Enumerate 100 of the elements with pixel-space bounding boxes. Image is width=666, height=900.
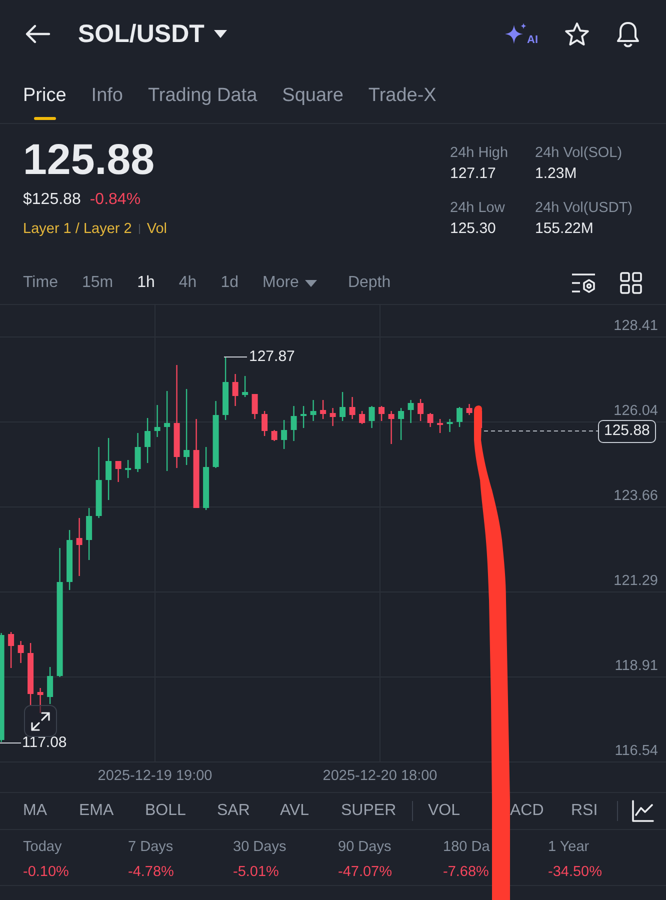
period-change: -7.68% xyxy=(443,863,490,882)
candle xyxy=(300,406,307,428)
interval-option[interactable]: 1d xyxy=(220,272,238,294)
period-label: 1 Year xyxy=(548,838,590,857)
candle xyxy=(232,374,238,406)
indicator-option[interactable]: SUPER xyxy=(341,801,396,821)
stat-value: 127.17 xyxy=(450,164,497,184)
candle xyxy=(437,419,444,433)
period-label: 30 Days xyxy=(233,838,288,857)
price-axis-label: 128.41 xyxy=(614,319,658,334)
indicator-option[interactable]: RSI xyxy=(571,801,598,821)
indicator-option[interactable]: SAR xyxy=(217,801,250,821)
candle xyxy=(271,430,278,441)
candle xyxy=(310,400,316,421)
category-tag[interactable]: Vol xyxy=(146,219,167,239)
stat-label: 24h Vol(USDT) xyxy=(535,199,634,218)
interval-option[interactable]: 1h xyxy=(137,272,155,294)
time-axis-label: 2025-12-20 18:00 xyxy=(322,768,438,784)
pair-selector[interactable]: SOL/USDT xyxy=(78,19,228,49)
indicator-option[interactable]: EMA xyxy=(79,801,114,821)
expand-icon xyxy=(31,712,50,730)
candle xyxy=(28,643,34,705)
period-change: -5.01% xyxy=(233,863,280,882)
star-icon[interactable] xyxy=(564,22,590,46)
price-axis-label: 123.66 xyxy=(614,489,658,504)
candle xyxy=(349,397,356,419)
candle xyxy=(242,376,248,397)
period-label: 7 Days xyxy=(128,838,174,857)
period-label: Today xyxy=(23,838,63,857)
indicator-option[interactable]: BOLL xyxy=(145,801,186,821)
stat-value: 155.22M xyxy=(535,219,594,239)
period-label: 90 Days xyxy=(338,838,392,857)
interval-option[interactable]: Time xyxy=(23,272,58,294)
indicator-option[interactable]: AVL xyxy=(280,801,310,821)
stat-value: 1.23M xyxy=(535,164,578,184)
indicator-option[interactable]: ACD xyxy=(510,801,544,821)
category-tag[interactable]: Layer 1 / Layer 2 xyxy=(23,219,132,239)
indicator-option[interactable]: MA xyxy=(23,801,47,821)
candle xyxy=(203,447,210,510)
stat-label: 24h Low xyxy=(450,199,506,218)
candle xyxy=(281,420,288,449)
period-change: -34.50% xyxy=(548,863,604,882)
candle xyxy=(106,438,112,500)
period-label: 180 Da xyxy=(443,838,491,857)
tab[interactable]: Square xyxy=(282,68,344,123)
last-price: 125.88 xyxy=(23,136,155,184)
tab[interactable]: Price xyxy=(23,68,66,123)
candle xyxy=(154,405,160,437)
price-change: -0.84% xyxy=(90,190,141,210)
candle xyxy=(368,406,375,428)
candle xyxy=(290,406,297,441)
interval-option[interactable]: 4h xyxy=(178,272,197,294)
candle xyxy=(134,433,141,472)
period-change: -47.07% xyxy=(338,863,394,882)
candle xyxy=(330,408,336,426)
expand-button[interactable] xyxy=(24,705,57,737)
tab[interactable]: Trade-X xyxy=(368,68,436,123)
interval-dropdown[interactable]: More xyxy=(262,272,317,294)
high-price-label: 127.87 xyxy=(249,348,295,366)
price-axis-label: 121.29 xyxy=(614,574,658,589)
interval-option[interactable]: Depth xyxy=(348,272,391,294)
candle xyxy=(398,408,404,440)
usd-price: $125.88 xyxy=(23,190,81,210)
candle xyxy=(76,518,82,576)
period-change: -0.10% xyxy=(23,863,70,882)
candle xyxy=(340,392,346,421)
low-price-label: 117.08 xyxy=(22,734,67,752)
chart-settings-icon[interactable] xyxy=(572,272,596,294)
indicator-option[interactable]: VOL xyxy=(428,801,460,821)
candle xyxy=(37,688,44,713)
line-chart-icon[interactable] xyxy=(632,800,654,822)
stat-label: 24h High xyxy=(450,144,510,163)
tab[interactable]: Trading Data xyxy=(148,68,258,123)
stat-label: 24h Vol(SOL) xyxy=(535,144,624,163)
bell-icon[interactable] xyxy=(616,20,640,48)
candle xyxy=(86,508,92,560)
price-axis-label: 116.54 xyxy=(614,744,658,759)
stat-value: 125.30 xyxy=(450,219,497,239)
ai-assistant-button[interactable]: AI xyxy=(504,22,538,46)
candle xyxy=(125,460,132,478)
candle xyxy=(359,411,366,424)
sparkle-icon xyxy=(504,22,527,46)
interval-option[interactable]: 15m xyxy=(82,272,114,294)
last-price-tag: 125.88 xyxy=(598,420,656,443)
candle xyxy=(320,400,326,419)
candle xyxy=(222,357,229,420)
candle xyxy=(418,399,424,421)
candle xyxy=(252,394,258,419)
candle xyxy=(115,461,122,482)
candle xyxy=(212,401,219,468)
candle xyxy=(66,530,73,590)
period-change: -4.78% xyxy=(128,863,175,882)
grid-icon[interactable] xyxy=(620,272,642,294)
back-icon[interactable] xyxy=(25,24,51,44)
price-axis-label: 126.04 xyxy=(614,404,658,419)
candle xyxy=(144,418,151,463)
candle xyxy=(388,411,394,444)
leader-line xyxy=(224,356,248,358)
candle xyxy=(378,406,385,421)
tab[interactable]: Info xyxy=(91,68,123,123)
